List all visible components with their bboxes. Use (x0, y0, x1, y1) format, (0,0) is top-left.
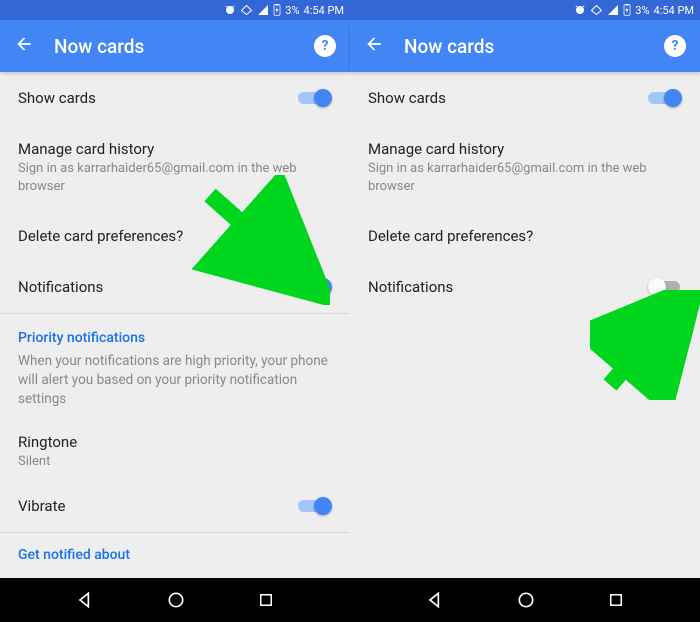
section-get-notified[interactable]: Get notified about (0, 533, 350, 569)
nav-recent-icon[interactable] (607, 591, 625, 609)
screen-left: 3% 4:54 PM Now cards ? Show cards Manage… (0, 0, 350, 578)
page-title: Now cards (54, 35, 294, 58)
status-bar: 3% 4:54 PM (0, 0, 350, 20)
nav-recent-icon[interactable] (257, 591, 275, 609)
battery-percent: 3% (635, 4, 649, 17)
row-delete-prefs[interactable]: Delete card preferences? (350, 211, 700, 261)
help-icon[interactable]: ? (314, 35, 336, 57)
signal-icon (607, 4, 619, 16)
row-manage-history[interactable]: Manage card history Sign in as karrarhai… (350, 124, 700, 211)
label: Vibrate (18, 497, 288, 515)
toggle-vibrate[interactable] (298, 496, 332, 516)
android-nav-bar (0, 578, 700, 622)
clock-time: 4:54 PM (654, 4, 694, 17)
row-manage-history[interactable]: Manage card history Sign in as karrarhai… (0, 124, 350, 211)
alarm-icon (224, 4, 236, 16)
toggle-show-cards[interactable] (298, 88, 332, 108)
battery-icon (623, 4, 631, 16)
app-bar: Now cards ? (350, 20, 700, 72)
label: Manage card history (368, 140, 682, 158)
label: Delete card preferences? (368, 227, 682, 245)
sublabel: Sign in as karrarhaider65@gmail.com in t… (18, 160, 332, 195)
toggle-notifications[interactable] (298, 277, 332, 297)
label: Show cards (18, 89, 288, 107)
row-show-cards[interactable]: Show cards (350, 72, 700, 124)
wifi-icon (590, 4, 603, 16)
toggle-show-cards[interactable] (648, 88, 682, 108)
back-icon[interactable] (14, 34, 34, 58)
settings-list: Show cards Manage card history Sign in a… (350, 72, 700, 578)
label: Show cards (368, 89, 638, 107)
wifi-icon (240, 4, 253, 16)
row-ringtone[interactable]: Ringtone Silent (0, 423, 350, 481)
status-bar: 3% 4:54 PM (350, 0, 700, 20)
alarm-icon (574, 4, 586, 16)
label: Manage card history (18, 140, 332, 158)
nav-back-icon[interactable] (425, 590, 445, 610)
screen-right: 3% 4:54 PM Now cards ? Show cards Manage… (350, 0, 700, 578)
app-bar: Now cards ? (0, 20, 350, 72)
sublabel: Sign in as karrarhaider65@gmail.com in t… (368, 160, 682, 195)
label: Notifications (368, 278, 638, 296)
row-notifications[interactable]: Notifications (350, 261, 700, 313)
sublabel: Silent (18, 453, 332, 471)
signal-icon (257, 4, 269, 16)
label: Notifications (18, 278, 288, 296)
battery-percent: 3% (285, 4, 299, 17)
settings-list: Show cards Manage card history Sign in a… (0, 72, 350, 578)
label: Delete card preferences? (18, 227, 332, 245)
row-delete-prefs[interactable]: Delete card preferences? (0, 211, 350, 261)
nav-home-icon[interactable] (166, 590, 186, 610)
back-icon[interactable] (364, 34, 384, 58)
nav-home-icon[interactable] (516, 590, 536, 610)
row-vibrate[interactable]: Vibrate (0, 480, 350, 532)
label: Ringtone (18, 433, 332, 451)
nav-back-icon[interactable] (75, 590, 95, 610)
row-show-cards[interactable]: Show cards (0, 72, 350, 124)
battery-icon (273, 4, 281, 16)
toggle-notifications[interactable] (648, 277, 682, 297)
section-priority-header: Priority notifications (0, 314, 350, 352)
clock-time: 4:54 PM (304, 4, 344, 17)
page-title: Now cards (404, 35, 644, 58)
row-notifications[interactable]: Notifications (0, 261, 350, 313)
section-priority-desc: When your notifications are high priorit… (0, 352, 350, 423)
help-icon[interactable]: ? (664, 35, 686, 57)
